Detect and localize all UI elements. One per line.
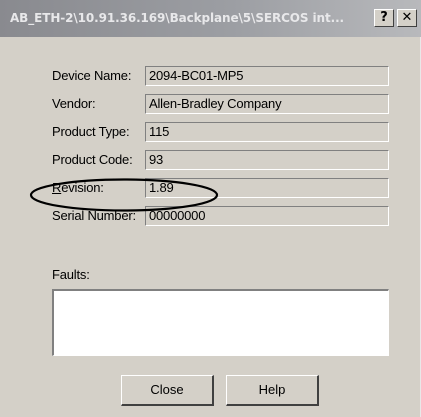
window-title: AB_ETH-2\10.91.36.169\Backplane\5\SERCOS…: [10, 11, 344, 25]
product-code-field: 93: [145, 150, 389, 170]
faults-label: Faults:: [52, 267, 90, 282]
faults-list[interactable]: [52, 289, 389, 356]
close-button[interactable]: Close: [121, 375, 214, 406]
device-name-field: 2094-BC01-MP5: [145, 66, 389, 86]
revision-field: 1.89: [145, 178, 389, 198]
product-code-label: Product Code:: [52, 152, 133, 167]
device-name-label: Device Name:: [52, 68, 132, 83]
revision-label: Revision:: [52, 180, 104, 195]
dialog-window: AB_ETH-2\10.91.36.169\Backplane\5\SERCOS…: [0, 0, 421, 417]
help-icon[interactable]: ?: [374, 9, 394, 27]
serial-number-label: Serial Number:: [52, 208, 136, 223]
vendor-label: Vendor:: [52, 96, 96, 111]
close-icon[interactable]: ✕: [397, 9, 417, 27]
product-type-field: 115: [145, 122, 389, 142]
title-bar[interactable]: AB_ETH-2\10.91.36.169\Backplane\5\SERCOS…: [0, 0, 421, 37]
product-type-label: Product Type:: [52, 124, 130, 139]
vendor-field: Allen-Bradley Company: [145, 94, 389, 114]
serial-number-field: 00000000: [145, 206, 389, 226]
help-button[interactable]: Help: [226, 375, 319, 406]
